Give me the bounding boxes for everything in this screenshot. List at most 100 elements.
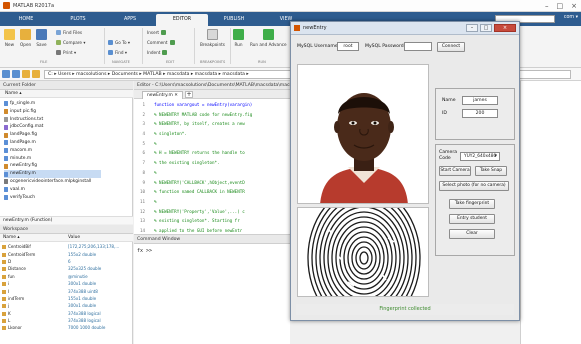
fingerprint-graphic [298, 208, 428, 296]
clear-button[interactable]: Clear [449, 229, 495, 239]
editor-header: Editor - C:\Users\macsolutions\Documents… [134, 81, 290, 90]
close-icon[interactable]: × [571, 2, 577, 10]
camera-code-label: Camera Code [439, 150, 458, 161]
code-text: % singleton*. [154, 131, 187, 137]
file-list-item[interactable]: jdbcConfig.mat [4, 123, 91, 131]
workspace-row[interactable]: fun @minutie [2, 273, 119, 280]
line-number[interactable]: 2 [134, 110, 148, 120]
new-button[interactable]: New [4, 29, 15, 47]
file-list-item[interactable]: landPage.fig [4, 131, 91, 139]
file-name: verifyTouch [10, 194, 35, 200]
breakpoints-button[interactable]: Breakpoints [200, 29, 225, 47]
line-number[interactable]: 6 [134, 148, 148, 158]
line-number[interactable]: 1 [134, 100, 148, 110]
compare-button[interactable]: Compare ▾ [56, 40, 85, 45]
workspace-row[interactable]: indTerm 155x1 double [2, 295, 119, 302]
variable-icon [2, 267, 6, 272]
open-button[interactable]: Open [20, 29, 31, 47]
line-number[interactable]: 10 [134, 187, 148, 197]
figure-close-icon[interactable]: × [494, 24, 516, 32]
tab-home[interactable]: HOME [0, 14, 52, 26]
workspace-row[interactable]: j 300x1 double [2, 302, 119, 309]
line-number[interactable]: 3 [134, 119, 148, 129]
indent-button[interactable]: Indent [147, 50, 168, 55]
comment-button[interactable]: Comment [147, 40, 175, 45]
take-fingerprint-button[interactable]: Take fingerprint [449, 199, 495, 209]
file-list-item[interactable]: fp_single.m [4, 100, 91, 108]
find-files-button[interactable]: Find Files [56, 30, 82, 35]
user-menu[interactable]: com ▾ [564, 15, 578, 20]
connect-button[interactable]: Connect [437, 42, 465, 52]
file-list-item[interactable]: minute.m [4, 155, 91, 163]
name-field[interactable]: james [462, 96, 498, 105]
tab-apps[interactable]: APPS [104, 14, 156, 26]
save-button[interactable]: Save [36, 29, 47, 47]
run-and-advance-button[interactable]: Run and Advance [250, 29, 287, 47]
mysql-password-field[interactable] [404, 42, 432, 51]
up-folder-icon[interactable] [22, 70, 30, 78]
line-number[interactable]: 9 [134, 178, 148, 188]
workspace-row[interactable]: i 300x1 double [2, 280, 119, 287]
code-area[interactable]: 1 function varargout = newEntry(varargin)… [134, 100, 290, 236]
minimize-icon[interactable]: – [545, 2, 549, 10]
name-column-header[interactable]: Name ▴ [0, 90, 133, 98]
new-tab-plus-icon[interactable]: + [185, 91, 193, 98]
editor-tab-newentry[interactable]: newEntry.m ✕ [142, 91, 183, 99]
print-button[interactable]: Print ▾ [56, 50, 76, 55]
take-snap-button[interactable]: Take Snap [475, 166, 507, 176]
tab-editor[interactable]: EDITOR [156, 14, 208, 26]
workspace-row[interactable]: CentroidBif [172,275;206,133;178,... [2, 243, 119, 250]
code-text: % the existing singleton*. [154, 160, 220, 166]
ribbon-divider [230, 28, 231, 64]
workspace-row[interactable]: Distance 325x325 double [2, 265, 119, 272]
file-list-item[interactable]: ocgenericvideointerface.mlpkginstall [4, 178, 91, 186]
file-icon [4, 101, 8, 107]
back-icon[interactable] [2, 70, 10, 78]
browse-folder-icon[interactable] [32, 70, 40, 78]
workspace-row[interactable]: L 374x388 logical [2, 317, 119, 324]
entry-student-button[interactable]: Entry student [449, 214, 495, 224]
workspace-row[interactable]: Lkonor 7000 1000 double [2, 324, 119, 331]
line-number[interactable]: 4 [134, 129, 148, 139]
mysql-username-field[interactable]: root [337, 42, 359, 51]
line-number[interactable]: 8 [134, 168, 148, 178]
line-number[interactable]: 13 [134, 216, 148, 226]
file-list-item[interactable]: newEntry.fig [4, 162, 91, 170]
file-list-item[interactable]: macom.m [4, 147, 91, 155]
line-number[interactable]: 12 [134, 207, 148, 217]
select-photo-button[interactable]: Select photo (for no camera) [439, 181, 509, 191]
workspace-row[interactable]: CentroidTerm 155x2 double [2, 250, 119, 257]
camera-code-dropdown[interactable]: YUY2_640x480 [460, 152, 500, 161]
figure-maximize-icon[interactable]: □ [480, 24, 492, 32]
file-list-item[interactable]: vaal.m [4, 186, 91, 194]
variable-name-cell: CentroidBif [2, 243, 68, 250]
maximize-icon[interactable]: □ [557, 2, 564, 10]
file-list-item[interactable]: landPage.m [4, 139, 91, 147]
figure-minimize-icon[interactable]: – [466, 24, 478, 32]
command-prompt[interactable]: fx >> [137, 248, 152, 254]
workspace-value-header[interactable]: Value [68, 234, 80, 241]
workspace-name-header[interactable]: Name ▴ [0, 234, 68, 241]
command-window[interactable]: Command Window fx >> [134, 234, 290, 344]
workspace-row[interactable]: K 374x388 logical [2, 310, 119, 317]
workspace-row[interactable]: I 374x388 uint8 [2, 287, 119, 294]
line-number[interactable]: 5 [134, 139, 148, 149]
file-list-item[interactable]: newEntry.m [4, 170, 102, 178]
find-button[interactable]: Find ▾ [108, 50, 127, 55]
file-list-item[interactable]: input pic.fig [4, 108, 91, 116]
line-number[interactable]: 7 [134, 158, 148, 168]
file-list-item[interactable]: verifyTouch [4, 194, 91, 202]
tab-publish[interactable]: PUBLISH [208, 14, 260, 26]
line-number[interactable]: 11 [134, 197, 148, 207]
file-list-item[interactable]: Instructions.txt [4, 116, 91, 124]
variable-name-cell: I [2, 287, 68, 294]
workspace-row[interactable]: D6 [2, 258, 119, 265]
figure-title: newEntry [303, 25, 327, 31]
run-button[interactable]: Run [233, 29, 244, 47]
start-camera-button[interactable]: Start Camera [439, 166, 471, 176]
insert-button[interactable]: Insert [147, 30, 167, 35]
go-to-button[interactable]: Go To ▾ [108, 40, 130, 45]
forward-icon[interactable] [12, 70, 20, 78]
id-field[interactable]: 200 [462, 109, 498, 118]
tab-plots[interactable]: PLOTS [52, 14, 104, 26]
